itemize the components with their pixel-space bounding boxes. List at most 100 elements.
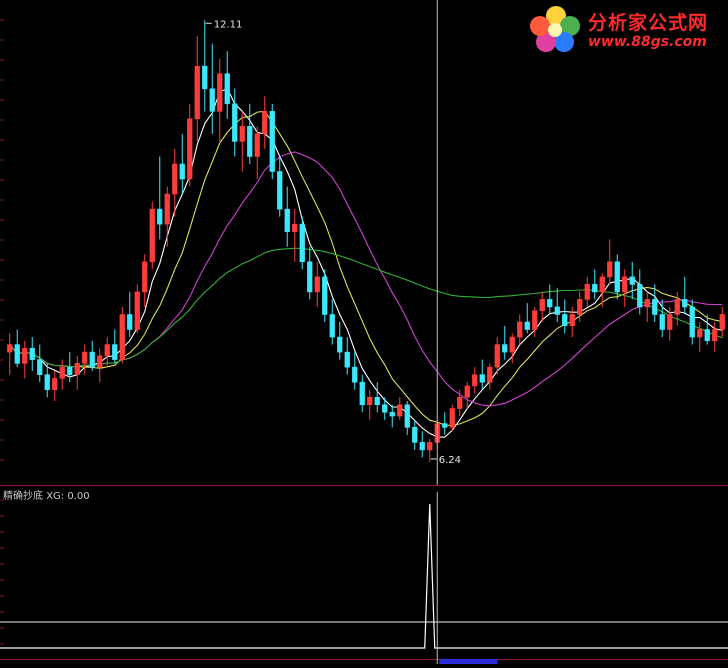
indicator-panel	[0, 492, 728, 664]
price-panel: 12.11 6.24	[0, 0, 728, 487]
candle-body	[614, 261, 620, 293]
candle-body	[307, 261, 313, 293]
candle-body	[502, 344, 508, 353]
stock-chart: 12.11 6.24	[0, 0, 728, 664]
brand-url[interactable]: www.88gs.com	[588, 34, 707, 50]
candle-body	[254, 133, 260, 157]
candle-body	[629, 276, 635, 285]
candle-body	[652, 299, 658, 315]
candle-body	[134, 291, 140, 330]
candle-body	[712, 329, 718, 342]
candle-body	[637, 284, 643, 308]
candle-body	[367, 396, 373, 406]
candle-body	[494, 344, 500, 368]
candle-body	[464, 385, 470, 398]
candle-body	[82, 351, 88, 364]
candle-body	[232, 103, 238, 142]
candle-body	[194, 65, 200, 120]
candle-body	[44, 374, 50, 391]
candle-body	[569, 314, 575, 327]
candle-body	[59, 366, 65, 379]
candle-body	[209, 88, 215, 112]
candle-body	[472, 374, 478, 387]
candle-body	[584, 284, 590, 300]
candle-body	[599, 276, 605, 293]
candle-body	[442, 423, 448, 428]
candle-body	[202, 65, 208, 90]
candle-body	[37, 359, 43, 375]
candle-body	[592, 284, 598, 293]
indicator-legend: 精确抄底 XG: 0.00	[3, 487, 90, 502]
candle-body	[337, 336, 343, 353]
candle-body	[314, 276, 320, 293]
candle-body	[284, 208, 290, 233]
candle-body	[29, 348, 35, 360]
candle-body	[719, 314, 725, 330]
candle-body	[22, 348, 28, 364]
candle-body	[127, 314, 133, 330]
candle-body	[397, 404, 403, 417]
candle-body	[532, 310, 538, 330]
candle-body	[487, 366, 493, 383]
candle-body	[277, 171, 283, 210]
candle-body	[419, 442, 425, 451]
candle-body	[247, 126, 253, 157]
candle-body	[239, 126, 245, 142]
candle-body	[682, 299, 688, 308]
candle-body	[577, 299, 583, 315]
candle-body	[164, 193, 170, 225]
candle-body	[52, 378, 58, 391]
candle-body	[157, 208, 163, 225]
candle-body	[119, 314, 125, 360]
candle-body	[187, 118, 193, 180]
candle-body	[547, 299, 553, 308]
candle-body	[697, 329, 703, 338]
candle-body	[224, 73, 230, 105]
candle-body	[359, 381, 365, 406]
candle-body	[389, 411, 395, 417]
candle-body	[142, 261, 148, 293]
candle-body	[97, 355, 103, 368]
candle-body	[352, 366, 358, 383]
candle-body	[659, 314, 665, 330]
candle-body	[704, 329, 710, 342]
candle-body	[427, 442, 433, 451]
annotation-low: 6.24	[439, 455, 461, 466]
candle-body	[262, 111, 268, 135]
candle-body	[539, 299, 545, 312]
candle-body	[524, 321, 530, 330]
candle-body	[607, 261, 613, 278]
candle-body	[667, 314, 673, 330]
chart-stage: 12.11 6.24 分析家公式网 www.88gs.com 精确抄底 XG: 0…	[0, 0, 728, 664]
candle-body	[449, 408, 455, 428]
time-marker	[439, 659, 498, 664]
candle-body	[382, 404, 388, 413]
brand-name: 分析家公式网	[588, 12, 709, 34]
candle-body	[329, 314, 335, 338]
indicator-name: 精确抄底	[3, 491, 43, 502]
candle-body	[554, 306, 560, 315]
candle-body	[112, 344, 118, 360]
candle-body	[644, 299, 650, 308]
candle-body	[149, 208, 155, 263]
candle-body	[179, 163, 185, 180]
brand-logo[interactable]: 分析家公式网 www.88gs.com	[526, 2, 726, 56]
candle-body	[479, 374, 485, 383]
candle-body	[344, 351, 350, 368]
flower-icon	[530, 6, 580, 52]
candle-body	[689, 306, 695, 338]
xg-signal-line	[0, 503, 728, 649]
candle-body	[322, 276, 328, 315]
candle-body	[509, 336, 515, 353]
candle-body	[7, 344, 13, 353]
candle-body	[269, 111, 275, 172]
candle-body	[457, 396, 463, 409]
candle-body	[404, 404, 410, 428]
candle-body	[622, 276, 628, 293]
annotation-high: 12.11	[214, 19, 243, 30]
indicator-value: XG: 0.00	[46, 491, 90, 502]
candle-body	[412, 427, 418, 443]
candle-body	[299, 223, 305, 263]
candle-body	[14, 344, 20, 364]
candle-body	[517, 321, 523, 338]
